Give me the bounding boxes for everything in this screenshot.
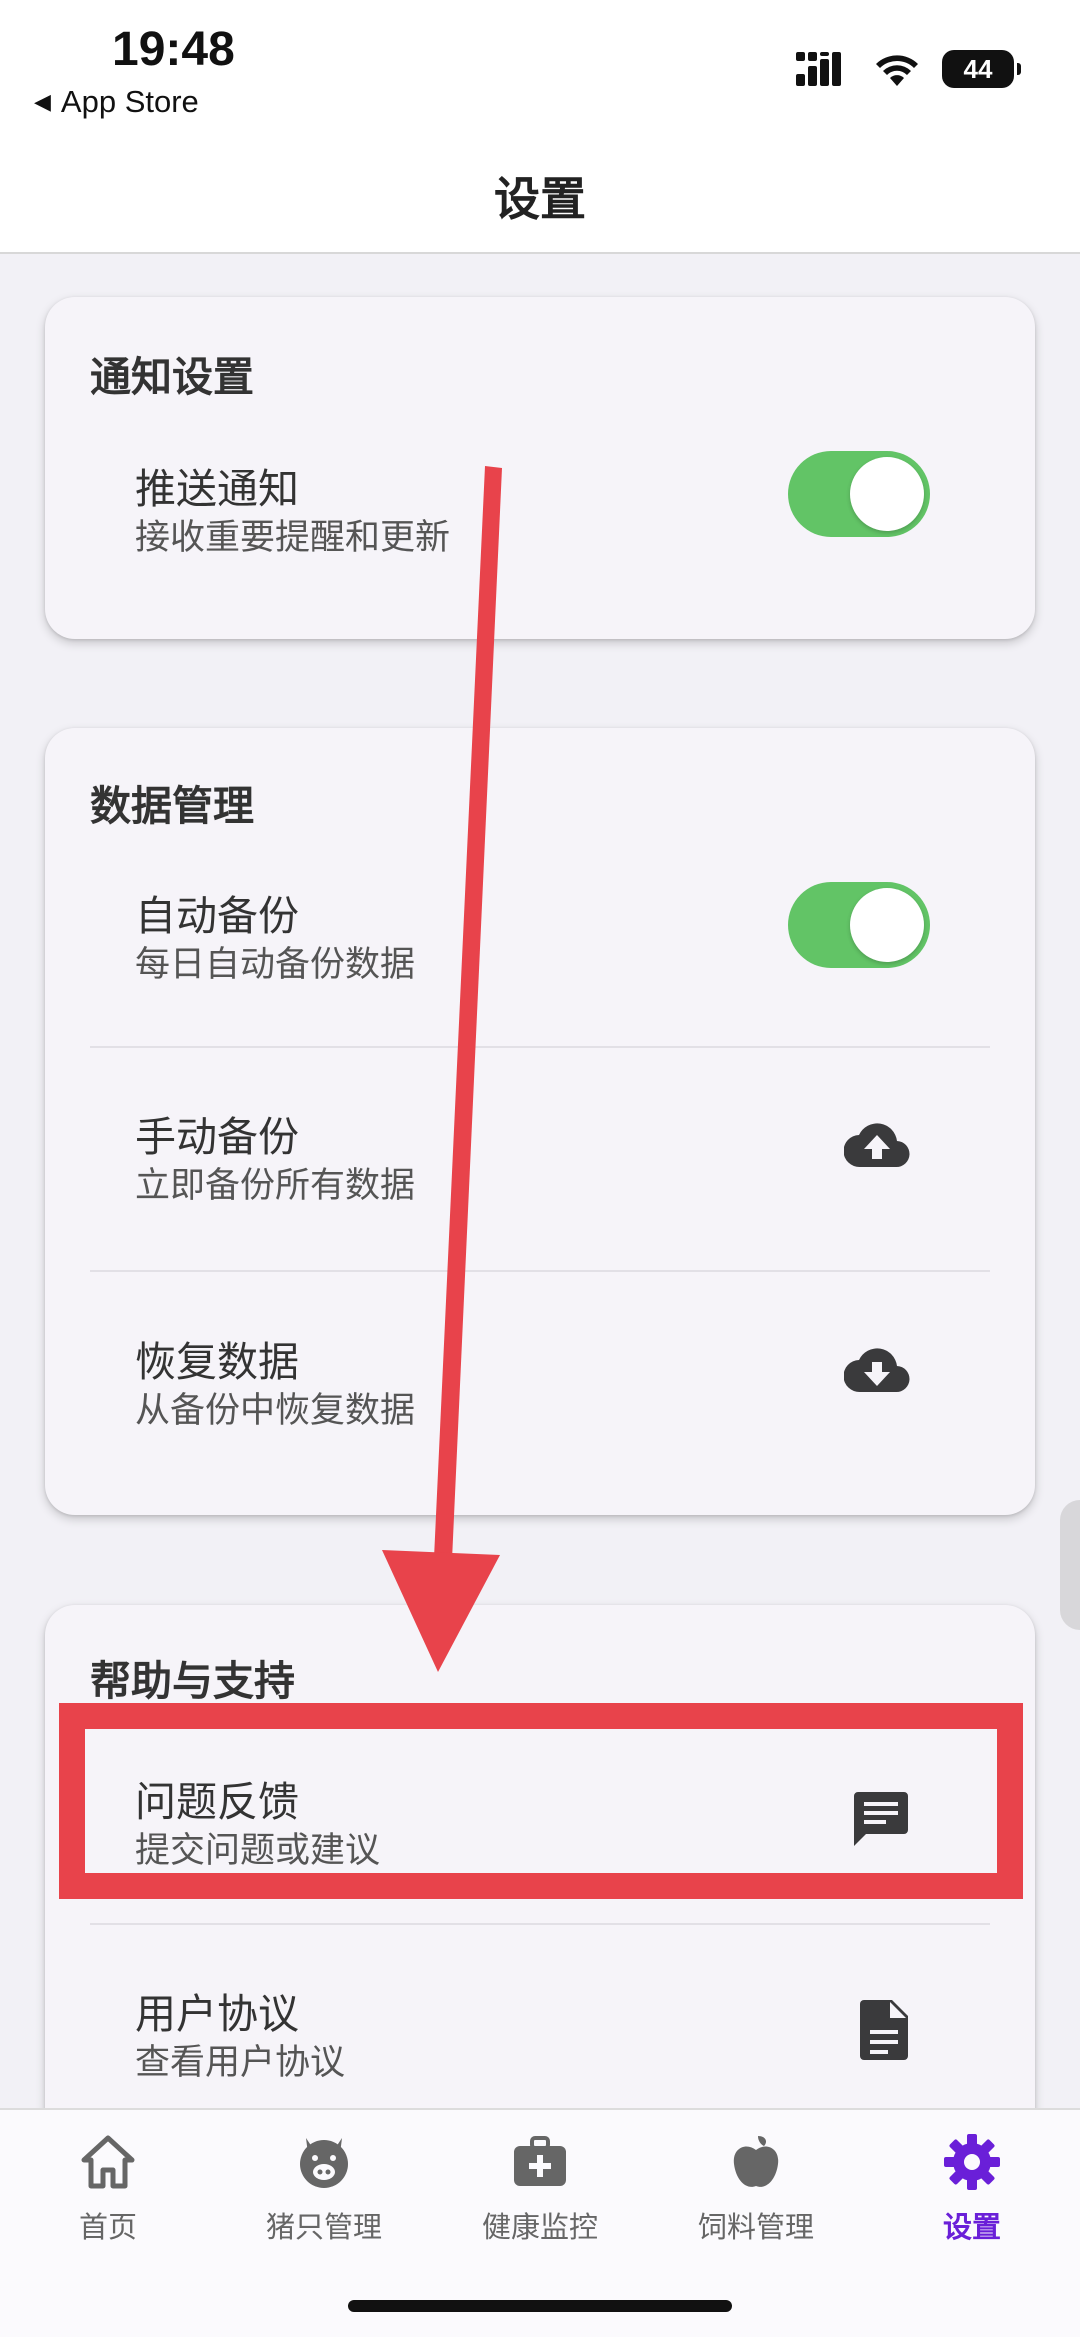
user-agreement-subtitle: 查看用户协议 [135, 2043, 346, 2083]
divider [90, 1046, 990, 1048]
feedback-title: 问题反馈 [135, 1778, 299, 1826]
tab-settings[interactable]: 设置 [864, 2132, 1080, 2272]
status-bar: 19:48 ◀ App Store 44 [0, 0, 1080, 140]
tab-label: 设置 [942, 2210, 1001, 2244]
section-title-help: 帮助与支持 [90, 1657, 295, 1705]
document-icon[interactable] [860, 2000, 910, 2060]
push-notification-subtitle: 接收重要提醒和更新 [135, 518, 451, 558]
cloud-download-icon[interactable] [844, 1346, 910, 1396]
tab-label: 猪只管理 [265, 2210, 382, 2244]
edge-handle[interactable] [1060, 1500, 1080, 1630]
pig-icon [300, 2138, 348, 2188]
auto-backup-subtitle: 每日自动备份数据 [135, 945, 416, 985]
tab-label: 首页 [78, 2210, 137, 2244]
status-time: 19:48 [112, 23, 235, 76]
cellular-signal-icon [796, 52, 841, 86]
back-triangle-icon: ◀ [34, 89, 51, 114]
toggle-knob [850, 457, 924, 531]
toggle-knob [850, 888, 924, 962]
tab-feed[interactable]: 饲料管理 [648, 2132, 864, 2272]
tab-health[interactable]: 健康监控 [432, 2132, 648, 2272]
tab-label: 健康监控 [481, 2210, 598, 2244]
feedback-icon[interactable] [852, 1790, 910, 1848]
home-indicator [348, 2300, 732, 2312]
apple-icon [733, 2136, 779, 2187]
auto-backup-toggle[interactable] [788, 882, 930, 968]
section-title-data: 数据管理 [90, 782, 254, 830]
wifi-icon [876, 55, 918, 86]
restore-data-row[interactable]: 恢复数据 从备份中恢复数据 [90, 1288, 990, 1493]
push-notification-row: 推送通知 接收重要提醒和更新 [90, 427, 990, 567]
divider [90, 1923, 990, 1925]
manual-backup-row[interactable]: 手动备份 立即备份所有数据 [90, 1063, 990, 1268]
manual-backup-subtitle: 立即备份所有数据 [135, 1166, 416, 1206]
gear-icon [944, 2134, 1000, 2190]
app-header: 设置 [0, 140, 1080, 254]
back-app-label: App Store [60, 84, 199, 119]
back-to-app-store-link[interactable]: ◀ App Store [34, 84, 199, 120]
user-agreement-title: 用户协议 [135, 1990, 299, 2038]
data-management-card: 数据管理 自动备份 每日自动备份数据 手动备份 立即备份所有数据 恢复数据 从备… [45, 728, 1035, 1515]
auto-backup-title: 自动备份 [135, 892, 299, 940]
auto-backup-row: 自动备份 每日自动备份数据 [90, 858, 990, 998]
manual-backup-title: 手动备份 [135, 1113, 299, 1161]
tab-home[interactable]: 首页 [0, 2132, 216, 2272]
restore-data-subtitle: 从备份中恢复数据 [135, 1391, 416, 1431]
status-icons: 44 [796, 50, 1021, 88]
restore-data-title: 恢复数据 [135, 1338, 299, 1386]
home-icon [81, 2135, 135, 2189]
help-support-card: 帮助与支持 问题反馈 提交问题或建议 用户协议 查看用户协议 [45, 1605, 1035, 2165]
page-title: 设置 [494, 172, 586, 226]
cloud-upload-icon[interactable] [844, 1121, 910, 1171]
section-title-notifications: 通知设置 [90, 353, 254, 401]
push-notification-toggle[interactable] [788, 451, 930, 537]
push-notification-title: 推送通知 [135, 465, 299, 513]
battery-indicator: 44 [942, 50, 1021, 88]
feedback-row[interactable]: 问题反馈 提交问题或建议 [90, 1730, 990, 1930]
medical-kit-icon [514, 2136, 566, 2186]
notification-settings-card: 通知设置 推送通知 接收重要提醒和更新 [45, 297, 1035, 639]
divider [90, 1270, 990, 1272]
feedback-subtitle: 提交问题或建议 [135, 1831, 381, 1871]
tab-pigs[interactable]: 猪只管理 [216, 2132, 432, 2272]
tab-label: 饲料管理 [697, 2210, 814, 2244]
